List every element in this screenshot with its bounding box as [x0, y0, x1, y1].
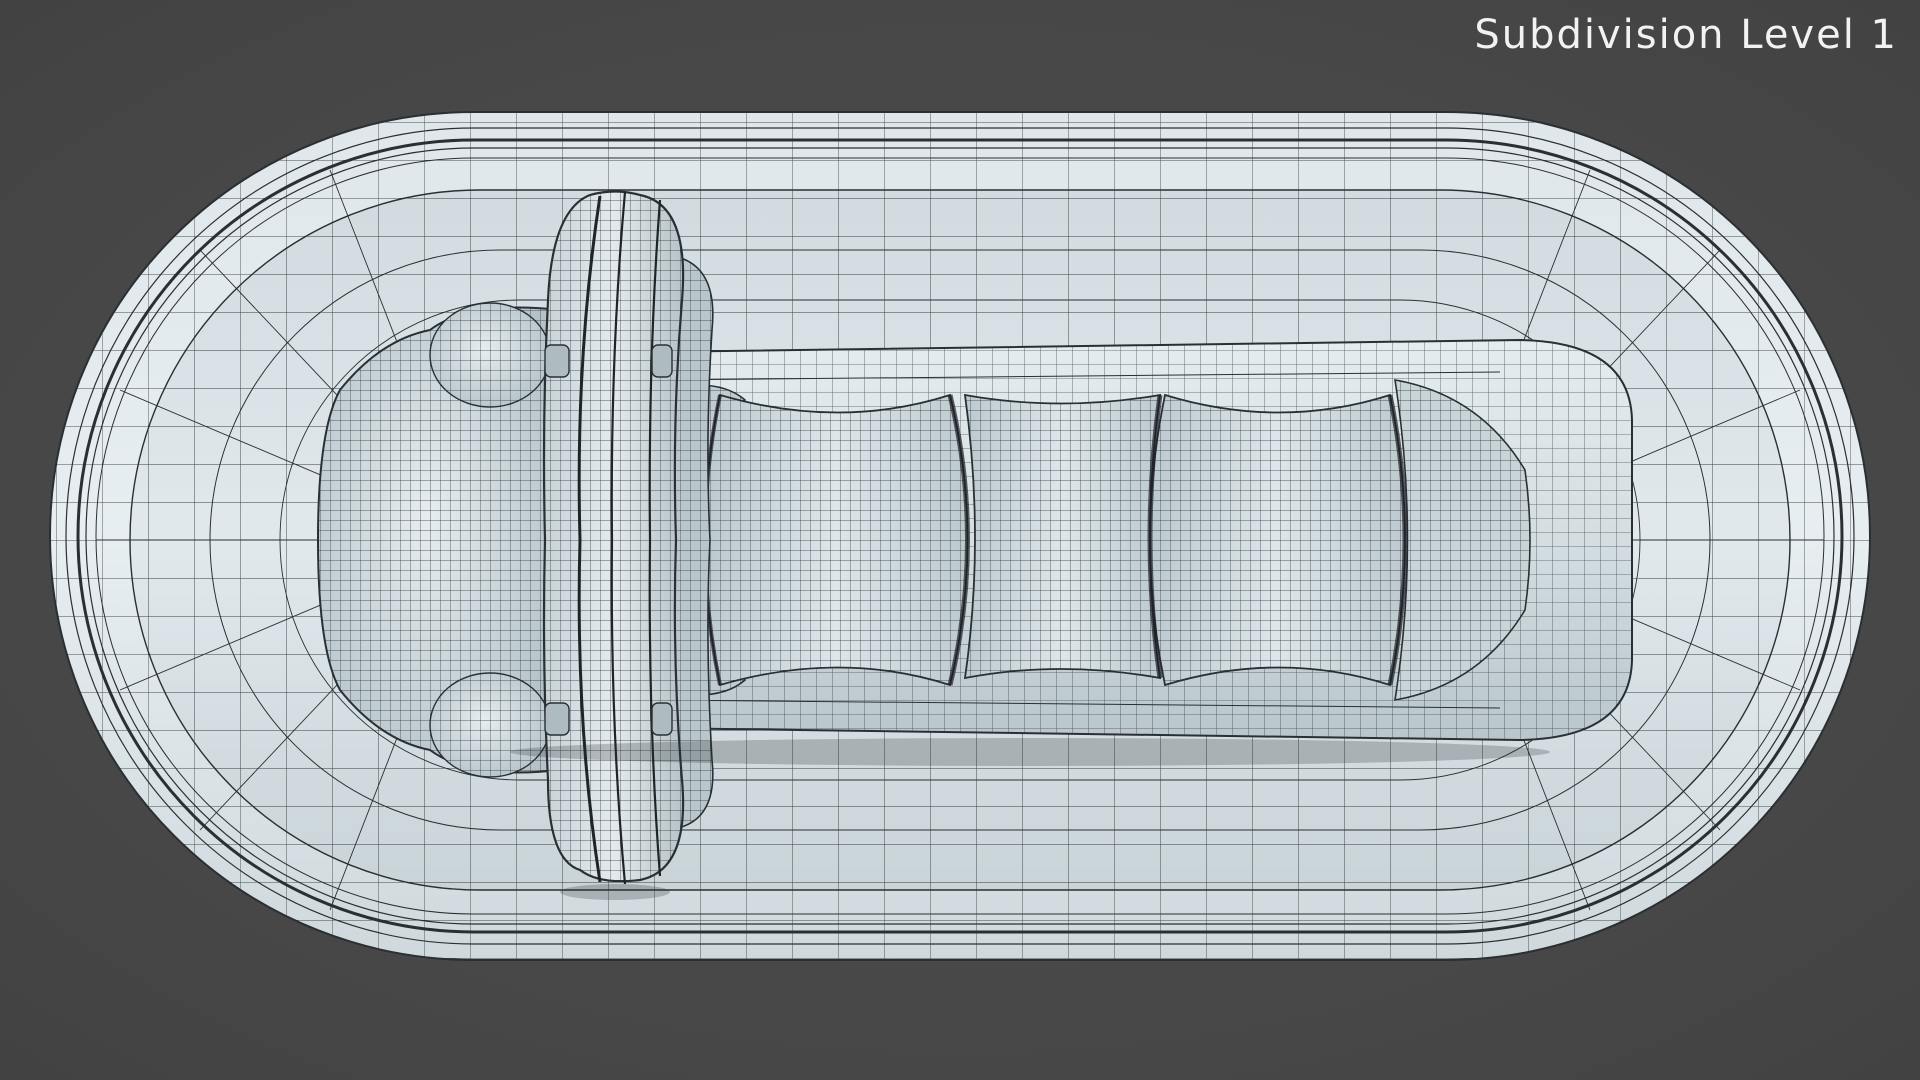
pacifier-segments	[651, 379, 1531, 701]
subdivision-level-label: Subdivision Level 1	[1474, 12, 1898, 58]
pacifier-ring	[542, 190, 714, 885]
viewport-render: Subdivision Level 1	[0, 0, 1920, 1080]
wireframe-render	[49, 111, 1871, 961]
pacifier-bulb	[316, 302, 561, 778]
